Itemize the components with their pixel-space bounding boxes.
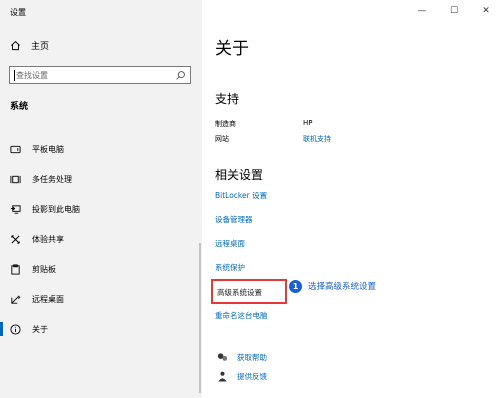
sidebar: 设置 主页 系统 平板电脑 多任务处理 投影到此电脑 体验共享 剪贴板 远程桌面 <box>0 0 202 398</box>
manufacturer-value: HP <box>303 119 313 127</box>
sidebar-item-label: 投影到此电脑 <box>32 204 80 214</box>
manufacturer-label: 制造商 <box>215 120 236 128</box>
window-controls: — ☐ ✕ <box>406 0 502 22</box>
sidebar-item-shared-experiences[interactable]: 体验共享 <box>0 227 202 251</box>
page-title: 关于 <box>215 39 249 59</box>
device-manager-link[interactable]: 设备管理器 <box>215 214 253 225</box>
help-chat-icon <box>217 353 228 361</box>
active-indicator <box>0 322 3 336</box>
tablet-icon <box>9 145 21 153</box>
sidebar-item-label: 多任务处理 <box>32 174 72 184</box>
shared-experiences-icon <box>10 234 20 244</box>
search-box[interactable] <box>9 66 191 84</box>
sidebar-item-about[interactable]: 关于 <box>0 317 202 341</box>
related-settings-heading: 相关设置 <box>215 168 264 182</box>
info-icon <box>9 323 21 335</box>
step-badge: 1 <box>289 280 302 293</box>
remote-desktop-link[interactable]: 远程桌面 <box>215 238 245 249</box>
section-title: 系统 <box>10 102 29 112</box>
get-help-link[interactable]: 获取帮助 <box>217 352 267 363</box>
clipboard-icon <box>10 263 20 275</box>
sidebar-item-multitasking[interactable]: 多任务处理 <box>0 167 202 191</box>
sidebar-item-label: 关于 <box>32 324 48 334</box>
sidebar-item-tablet[interactable]: 平板电脑 <box>0 137 202 161</box>
sidebar-item-remote-desktop[interactable]: 远程桌面 <box>0 287 202 311</box>
sidebar-item-label: 远程桌面 <box>32 294 64 304</box>
main-content: — ☐ ✕ 关于 支持 制造商 HP 网站 联机支持 相关设置 BitLocke… <box>202 0 502 398</box>
search-icon[interactable] <box>175 70 186 81</box>
window-title: 设置 <box>10 8 26 17</box>
search-input[interactable] <box>16 69 171 81</box>
minimize-button[interactable]: — <box>406 0 438 22</box>
home-icon <box>11 41 20 51</box>
advanced-system-settings-link[interactable]: 高级系统设置 <box>217 287 262 298</box>
sidebar-scrollbar[interactable] <box>199 243 201 393</box>
website-label: 网站 <box>215 135 229 143</box>
project-icon <box>10 204 21 214</box>
online-support-link[interactable]: 联机支持 <box>303 134 331 144</box>
step-callout-label: 选择高级系统设置 <box>308 282 377 292</box>
sidebar-item-clipboard[interactable]: 剪贴板 <box>0 257 202 281</box>
sidebar-item-project[interactable]: 投影到此电脑 <box>0 197 202 221</box>
rename-pc-link[interactable]: 重命名这台电脑 <box>215 310 268 321</box>
sidebar-item-label: 体验共享 <box>32 234 64 244</box>
sidebar-item-label: 平板电脑 <box>32 144 64 154</box>
get-help-label: 获取帮助 <box>237 353 267 362</box>
support-heading: 支持 <box>215 92 240 106</box>
home-label: 主页 <box>31 42 50 52</box>
close-button[interactable]: ✕ <box>470 0 502 22</box>
multitasking-icon <box>9 175 21 183</box>
maximize-button[interactable]: ☐ <box>438 0 470 22</box>
bitlocker-settings-link[interactable]: BitLocker 设置 <box>215 190 267 201</box>
sidebar-item-label: 剪贴板 <box>32 264 56 274</box>
give-feedback-label: 提供反馈 <box>237 372 267 381</box>
feedback-person-icon <box>218 371 227 382</box>
text-caret <box>14 70 15 81</box>
remote-desktop-icon <box>10 295 20 304</box>
home-nav-item[interactable]: 主页 <box>10 39 49 52</box>
system-protection-link[interactable]: 系统保护 <box>215 262 245 273</box>
give-feedback-link[interactable]: 提供反馈 <box>217 371 267 382</box>
